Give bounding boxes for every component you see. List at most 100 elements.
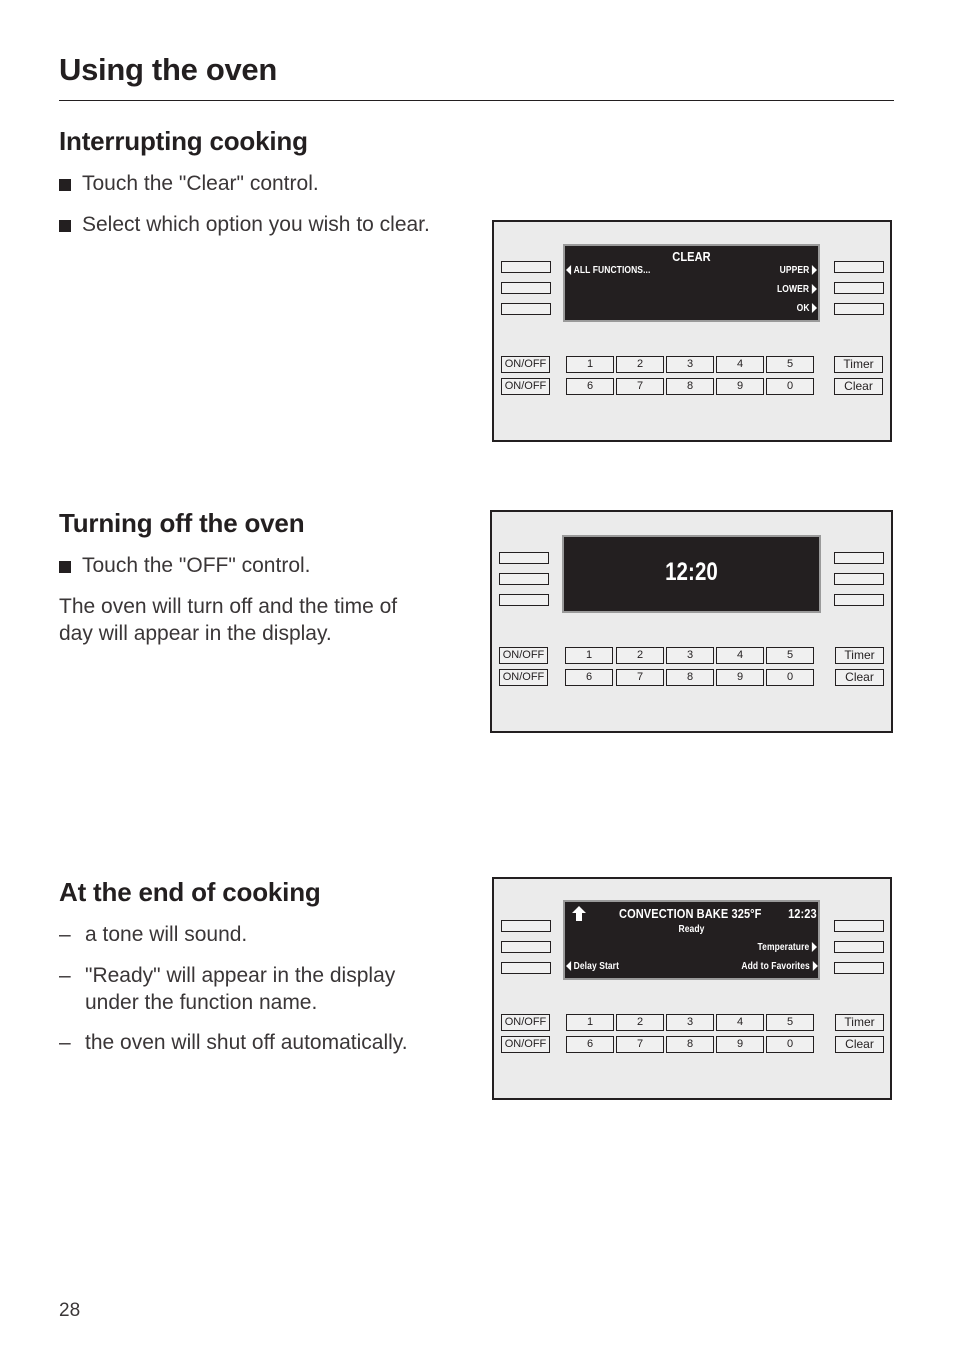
control-panel-clear: CLEAR ALL FUNCTIONS... UPPER LOWER OK ON…: [492, 220, 892, 442]
screen-option-lower: LOWER: [777, 284, 817, 295]
dash-text: the oven will shut off automatically.: [85, 1031, 408, 1054]
square-bullet-icon: [59, 561, 71, 573]
left-softkey-2[interactable]: [499, 573, 549, 585]
onoff-button-upper[interactable]: ON/OFF: [501, 1014, 550, 1031]
bullet-text: Select which option you wish to clear.: [82, 213, 430, 236]
left-softkey-3[interactable]: [501, 962, 551, 974]
key-2[interactable]: 2: [616, 1014, 664, 1031]
key-8[interactable]: 8: [666, 669, 714, 686]
key-1[interactable]: 1: [565, 647, 613, 664]
key-9[interactable]: 9: [716, 1036, 764, 1053]
key-6[interactable]: 6: [566, 378, 614, 395]
key-7[interactable]: 7: [616, 1036, 664, 1053]
key-9[interactable]: 9: [716, 669, 764, 686]
key-4[interactable]: 4: [716, 1014, 764, 1031]
key-2[interactable]: 2: [616, 647, 664, 664]
screen-option-ok: OK: [796, 303, 817, 314]
left-softkey-3[interactable]: [501, 303, 551, 315]
right-arrow-icon: [811, 961, 817, 972]
control-panel-off: 12:20 ON/OFF ON/OFF 1 2 3 4 5 6 7 8 9 0 …: [490, 510, 893, 733]
right-softkey-1[interactable]: [834, 920, 884, 932]
right-softkey-2[interactable]: [834, 282, 884, 294]
key-1[interactable]: 1: [566, 356, 614, 373]
display-screen: CLEAR ALL FUNCTIONS... UPPER LOWER OK: [563, 244, 820, 322]
right-softkey-3[interactable]: [834, 962, 884, 974]
key-9[interactable]: 9: [716, 378, 764, 395]
left-softkey-1[interactable]: [499, 552, 549, 564]
dash-marker: –: [59, 923, 71, 946]
key-0[interactable]: 0: [766, 1036, 814, 1053]
bullet-text: Touch the "OFF" control.: [82, 554, 311, 577]
key-3[interactable]: 3: [666, 647, 714, 664]
timer-button[interactable]: Timer: [835, 647, 884, 664]
key-0[interactable]: 0: [766, 669, 814, 686]
screen-status-ready: Ready: [678, 924, 705, 935]
left-softkey-3[interactable]: [499, 594, 549, 606]
dash-text: under the function name.: [85, 991, 318, 1014]
page-number: 28: [59, 1300, 81, 1321]
section-heading-end-of-cooking: At the end of cooking: [59, 877, 321, 907]
page-title: Using the oven: [59, 52, 277, 87]
display-screen: CONVECTION BAKE 325°F 12:23 Ready Temper…: [563, 900, 820, 980]
screen-function-title: CONVECTION BAKE 325°F: [619, 906, 762, 921]
right-arrow-icon: [811, 284, 817, 295]
right-arrow-icon: [811, 303, 817, 314]
timer-button[interactable]: Timer: [834, 356, 883, 373]
left-softkey-1[interactable]: [501, 261, 551, 273]
paragraph: The oven will turn off and the time of d…: [59, 593, 397, 647]
clear-button[interactable]: Clear: [835, 669, 884, 686]
clock-time: 12:20: [665, 558, 718, 586]
title-divider: [59, 100, 894, 101]
key-3[interactable]: 3: [666, 1014, 714, 1031]
key-7[interactable]: 7: [616, 378, 664, 395]
key-6[interactable]: 6: [565, 669, 613, 686]
screen-time: 12:23: [788, 906, 817, 921]
right-softkey-1[interactable]: [834, 552, 884, 564]
left-softkey-2[interactable]: [501, 282, 551, 294]
dash-marker: –: [59, 1031, 71, 1054]
key-5[interactable]: 5: [766, 356, 814, 373]
right-softkey-3[interactable]: [834, 303, 884, 315]
right-softkey-3[interactable]: [834, 594, 884, 606]
key-2[interactable]: 2: [616, 356, 664, 373]
key-6[interactable]: 6: [566, 1036, 614, 1053]
left-softkey-2[interactable]: [501, 941, 551, 953]
square-bullet-icon: [59, 220, 71, 232]
clear-button[interactable]: Clear: [834, 378, 883, 395]
onoff-button-lower[interactable]: ON/OFF: [501, 378, 550, 395]
section-heading-turning-off: Turning off the oven: [59, 508, 305, 538]
key-8[interactable]: 8: [666, 1036, 714, 1053]
key-0[interactable]: 0: [766, 378, 814, 395]
key-8[interactable]: 8: [666, 378, 714, 395]
key-7[interactable]: 7: [616, 669, 664, 686]
right-softkey-2[interactable]: [834, 941, 884, 953]
key-4[interactable]: 4: [716, 356, 764, 373]
paragraph-line: The oven will turn off and the time of: [59, 595, 398, 618]
right-softkey-1[interactable]: [834, 261, 884, 273]
screen-option-delay-start: Delay Start: [566, 961, 619, 972]
key-5[interactable]: 5: [766, 1014, 814, 1031]
onoff-button-upper[interactable]: ON/OFF: [501, 356, 550, 373]
left-softkey-1[interactable]: [501, 920, 551, 932]
paragraph-line: day will appear in the display.: [59, 622, 332, 645]
key-4[interactable]: 4: [716, 647, 764, 664]
right-arrow-icon: [811, 942, 817, 953]
up-arrow-icon: [572, 906, 586, 921]
left-arrow-icon: [566, 961, 572, 972]
key-5[interactable]: 5: [766, 647, 814, 664]
onoff-button-lower[interactable]: ON/OFF: [499, 669, 548, 686]
right-arrow-icon: [811, 265, 817, 276]
key-3[interactable]: 3: [666, 356, 714, 373]
timer-button[interactable]: Timer: [835, 1014, 884, 1031]
clear-button[interactable]: Clear: [835, 1036, 884, 1053]
right-softkey-2[interactable]: [834, 573, 884, 585]
onoff-button-upper[interactable]: ON/OFF: [499, 647, 548, 664]
dash-text: "Ready" will appear in the display: [85, 964, 396, 987]
bullet-text: Touch the "Clear" control.: [82, 172, 319, 195]
left-arrow-icon: [566, 265, 572, 276]
square-bullet-icon: [59, 179, 71, 191]
onoff-button-lower[interactable]: ON/OFF: [501, 1036, 550, 1053]
key-1[interactable]: 1: [566, 1014, 614, 1031]
dash-marker: –: [59, 964, 71, 987]
screen-option-upper: UPPER: [780, 265, 817, 276]
